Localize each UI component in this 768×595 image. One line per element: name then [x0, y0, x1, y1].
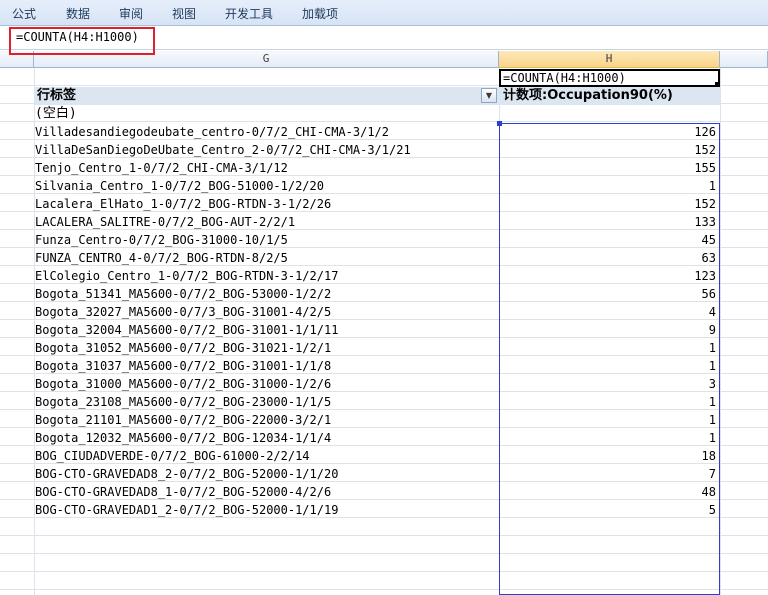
pivot-row-label[interactable]: Silvania_Centro_1-0/7/2_BOG-51000-1/2/20	[35, 177, 495, 195]
pivot-row-label[interactable]: Villadesandiegodeubate_centro-0/7/2_CHI-…	[35, 123, 495, 141]
pivot-row-value[interactable]: 4	[500, 303, 718, 321]
pivot-row-value[interactable]: 1	[500, 339, 718, 357]
pivot-row-label[interactable]: Bogota_21101_MA5600-0/7/2_BOG-22000-3/2/…	[35, 411, 495, 429]
pivot-row-label[interactable]: Bogota_32027_MA5600-0/7/3_BOG-31001-4/2/…	[35, 303, 495, 321]
tab-addins[interactable]: 加载项	[302, 5, 338, 22]
pivot-row-label[interactable]: Bogota_51341_MA5600-0/7/2_BOG-53000-1/2/…	[35, 285, 495, 303]
pivot-row-value[interactable]: 126	[500, 123, 718, 141]
pivot-row-value[interactable]: 1	[500, 411, 718, 429]
pivot-row-value[interactable]: 63	[500, 249, 718, 267]
pivot-row-value[interactable]: 1	[500, 357, 718, 375]
pivot-row-label[interactable]: BOG-CTO-GRAVEDAD8_2-0/7/2_BOG-52000-1/1/…	[35, 465, 495, 483]
pivot-row-label[interactable]: Bogota_23108_MA5600-0/7/2_BOG-23000-1/1/…	[35, 393, 495, 411]
pivot-row-label[interactable]: Lacalera_ElHato_1-0/7/2_BOG-RTDN-3-1/2/2…	[35, 195, 495, 213]
tab-review[interactable]: 审阅	[119, 5, 143, 22]
pivot-row-label[interactable]: Funza_Centro-0/7/2_BOG-31000-10/1/5	[35, 231, 495, 249]
pivot-row-label[interactable]: Bogota_31037_MA5600-0/7/2_BOG-31001-1/1/…	[35, 357, 495, 375]
pivot-row-label[interactable]: Bogota_31052_MA5600-0/7/2_BOG-31021-1/2/…	[35, 339, 495, 357]
pivot-row-label[interactable]: BOG-CTO-GRAVEDAD8_1-0/7/2_BOG-52000-4/2/…	[35, 483, 495, 501]
pivot-row-value[interactable]: 56	[500, 285, 718, 303]
pivot-blank-label[interactable]: (空白)	[35, 105, 495, 123]
pivot-row-value[interactable]: 1	[500, 393, 718, 411]
pivot-row-value[interactable]: 3	[500, 375, 718, 393]
pivot-row-value[interactable]: 7	[500, 465, 718, 483]
pivot-row-value[interactable]: 152	[500, 141, 718, 159]
spreadsheet-window: 公式 数据 审阅 视图 开发工具 加载项 =COUNTA(H4:H1000) G…	[0, 0, 768, 595]
pivot-row-value[interactable]: 18	[500, 447, 718, 465]
pivot-row-label[interactable]: VillaDeSanDiegoDeUbate_Centro_2-0/7/2_CH…	[35, 141, 495, 159]
tab-data[interactable]: 数据	[66, 5, 90, 22]
pivot-row-value[interactable]: 48	[500, 483, 718, 501]
pivot-row-label[interactable]: Bogota_31000_MA5600-0/7/2_BOG-31000-1/2/…	[35, 375, 495, 393]
formula-input[interactable]: =COUNTA(H4:H1000)	[16, 30, 139, 44]
active-cell-formula: =COUNTA(H4:H1000)	[503, 71, 626, 85]
tab-view[interactable]: 视图	[172, 5, 196, 22]
pivot-row-label[interactable]: Tenjo_Centro_1-0/7/2_CHI-CMA-3/1/12	[35, 159, 495, 177]
pivot-row-label[interactable]: Bogota_12032_MA5600-0/7/2_BOG-12034-1/1/…	[35, 429, 495, 447]
gridline	[720, 68, 721, 595]
pivot-row-value[interactable]: 9	[500, 321, 718, 339]
ribbon-tab-bar: 公式 数据 审阅 视图 开发工具 加载项	[0, 0, 768, 26]
pivot-row-value[interactable]: 155	[500, 159, 718, 177]
column-header-g[interactable]: G	[34, 51, 499, 68]
pivot-row-label[interactable]: LACALERA_SALITRE-0/7/2_BOG-AUT-2/2/1	[35, 213, 495, 231]
pivot-row-label[interactable]: ElColegio_Centro_1-0/7/2_BOG-RTDN-3-1/2/…	[35, 267, 495, 285]
pivot-row-label[interactable]: FUNZA_CENTRO_4-0/7/2_BOG-RTDN-8/2/5	[35, 249, 495, 267]
pivot-row-value[interactable]: 1	[500, 177, 718, 195]
pivot-value-header[interactable]: 计数项:Occupation90(%)	[503, 87, 673, 105]
formula-bar[interactable]: =COUNTA(H4:H1000)	[0, 26, 768, 50]
column-header-h[interactable]: H	[499, 51, 720, 68]
tab-formulas[interactable]: 公式	[12, 5, 36, 22]
row-label-filter-button[interactable]: ▼	[481, 88, 497, 103]
fill-handle[interactable]	[715, 82, 718, 85]
pivot-row-label[interactable]: BOG_CIUDADVERDE-0/7/2_BOG-61000-2/2/14	[35, 447, 495, 465]
pivot-row-value[interactable]: 152	[500, 195, 718, 213]
pivot-row-value[interactable]: 1	[500, 429, 718, 447]
pivot-row-label[interactable]: BOG-CTO-GRAVEDAD1_2-0/7/2_BOG-52000-1/1/…	[35, 501, 495, 519]
pivot-row-label[interactable]: Bogota_32004_MA5600-0/7/2_BOG-31001-1/1/…	[35, 321, 495, 339]
active-cell-editor[interactable]: =COUNTA(H4:H1000)	[499, 69, 720, 87]
pivot-row-value[interactable]: 5	[500, 501, 718, 519]
pivot-row-label-header[interactable]: 行标签	[37, 87, 76, 105]
pivot-row-value[interactable]: 123	[500, 267, 718, 285]
pivot-row-value[interactable]: 45	[500, 231, 718, 249]
select-all-corner[interactable]	[0, 51, 34, 68]
column-header-i[interactable]	[720, 51, 768, 68]
pivot-row-value[interactable]: 133	[500, 213, 718, 231]
tab-developer[interactable]: 开发工具	[225, 5, 273, 22]
